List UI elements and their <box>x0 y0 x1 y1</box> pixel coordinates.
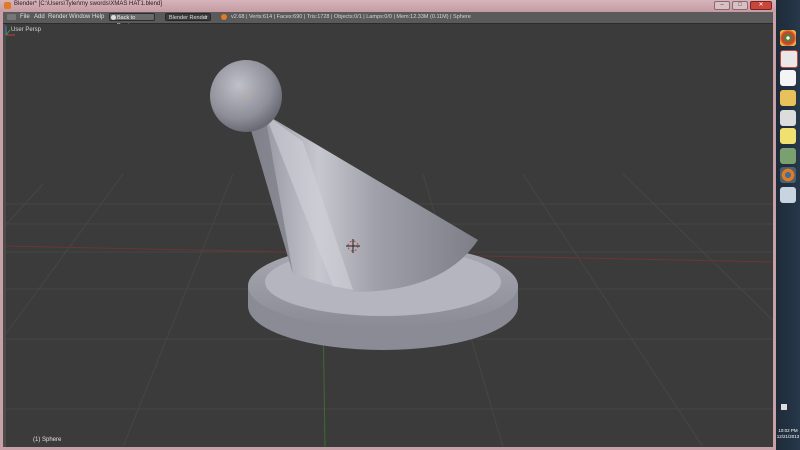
dropdown-arrow-icon: ⇕ <box>203 15 208 21</box>
chrome-icon[interactable] <box>780 30 796 46</box>
blender-icon[interactable] <box>780 167 796 183</box>
menu-window[interactable]: Window <box>69 14 90 20</box>
maximize-button[interactable]: □ <box>732 1 748 10</box>
axes-gizmo-icon <box>5 26 15 36</box>
menu-help[interactable]: Help <box>92 14 104 20</box>
blender-logo-icon <box>221 14 227 20</box>
folder-icon[interactable] <box>780 90 796 106</box>
menu-render[interactable]: Render <box>48 14 68 20</box>
microphone-icon[interactable] <box>780 148 796 164</box>
calendar-icon[interactable] <box>780 70 796 86</box>
3d-viewport[interactable]: User Persp (1) Sphere <box>3 24 773 447</box>
object-origin <box>245 95 247 97</box>
pen-icon[interactable] <box>780 110 796 126</box>
menu-file[interactable]: File <box>20 14 30 20</box>
window-title: Blender* [C:\Users\Tyler\my swords\XMAS … <box>14 1 162 7</box>
action-center-flag-icon[interactable] <box>781 404 787 410</box>
title-bar: Blender* [C:\Users\Tyler\my swords\XMAS … <box>0 0 776 12</box>
viewport-scene <box>3 60 773 447</box>
editor-type-icon[interactable] <box>7 14 16 20</box>
active-object-label: (1) Sphere <box>33 437 62 443</box>
info-header: File Add Render Window Help Back to Prev… <box>3 12 773 29</box>
minimize-button[interactable]: – <box>714 1 730 10</box>
back-to-previous-button[interactable]: Back to Previous <box>109 13 155 29</box>
render-engine-value: Blender Render <box>169 15 208 21</box>
menu-add[interactable]: Add <box>34 14 45 20</box>
blender-app-icon <box>4 2 11 9</box>
blender-window: Blender* [C:\Users\Tyler\my swords\XMAS … <box>0 0 776 450</box>
windows-taskbar: 10:02 PM 12/21/2013 <box>776 0 800 450</box>
browser-icon[interactable] <box>780 187 796 203</box>
red-app-icon[interactable] <box>780 50 798 68</box>
scene-stats: v2.68 | Verts:614 | Faces:690 | Tris:172… <box>231 14 471 20</box>
toolshelf-edge[interactable] <box>3 24 6 447</box>
notes-icon[interactable] <box>780 128 796 144</box>
system-clock[interactable]: 10:02 PM 12/21/2013 <box>776 412 800 440</box>
render-engine-select[interactable]: Blender Render ⇕ <box>165 13 211 21</box>
close-button[interactable]: ✕ <box>750 1 772 10</box>
clock-date: 12/21/2013 <box>776 434 800 439</box>
back-icon <box>111 15 116 20</box>
